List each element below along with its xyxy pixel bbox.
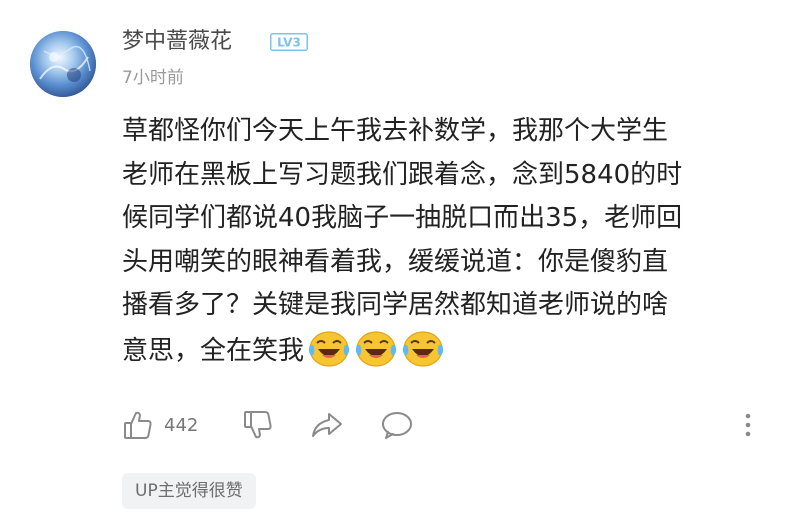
laugh-cry-emoji <box>354 328 398 368</box>
comment-time: 7小时前 <box>122 68 184 88</box>
more-vertical-icon <box>742 409 754 441</box>
content-line-text: 意思，全在笑我 <box>122 335 305 366</box>
thumb-down-icon <box>242 409 274 441</box>
reply-button[interactable] <box>380 403 414 447</box>
content-line: 老师在黑板上写习题我们跟着念，念到5840的时 <box>122 159 683 190</box>
like-count: 442 <box>164 414 199 436</box>
content-line: 播看多了？关键是我同学居然都知道老师说的啥 <box>122 290 669 320</box>
up-liked-tag: UP主觉得很赞 <box>122 473 256 509</box>
level-text: LV3 <box>277 36 301 50</box>
like-button[interactable]: 442 <box>122 403 198 447</box>
avatar[interactable] <box>30 31 96 97</box>
laugh-cry-emoji <box>401 328 445 368</box>
content-line-last: 意思，全在笑我 <box>122 328 782 372</box>
content-line: 头用嘲笑的眼神看着我，缓缓说道：你是傻豹直 <box>122 246 669 277</box>
action-bar: 442 <box>122 403 782 447</box>
content-line: 草都怪你们今天上午我去补数学，我那个大学生 <box>122 116 669 146</box>
level-badge: LV3 <box>270 33 308 51</box>
comment-content: 草都怪你们今天上午我去补数学，我那个大学生 老师在黑板上写习题我们跟着念，念到5… <box>122 110 782 371</box>
content-line: 候同学们都说40我脑子一抽脱口而出35，老师回 <box>122 203 683 233</box>
share-icon <box>310 409 344 441</box>
comment-bubble-icon <box>380 409 414 441</box>
username[interactable]: 梦中蔷薇花 <box>122 27 232 57</box>
thumb-up-icon <box>122 409 154 441</box>
dislike-button[interactable] <box>242 403 274 447</box>
laugh-cry-emoji <box>307 328 351 368</box>
more-button[interactable] <box>742 403 754 447</box>
share-button[interactable] <box>310 403 344 447</box>
